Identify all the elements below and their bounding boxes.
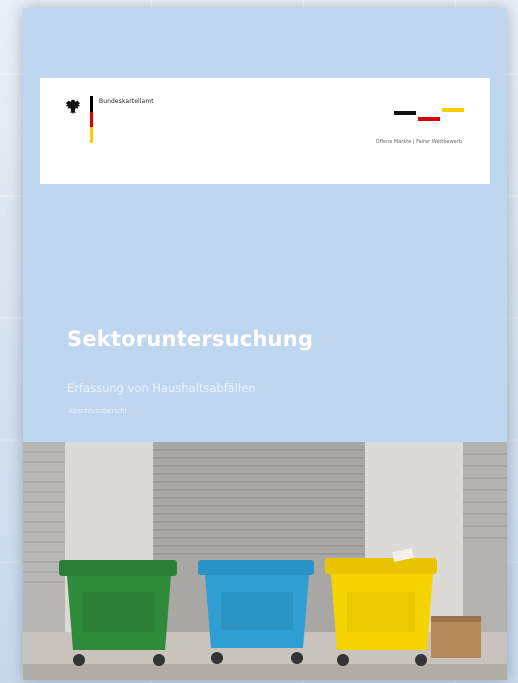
report-type: Abschlussbericht bbox=[68, 407, 128, 415]
logo-stripe-red bbox=[418, 117, 440, 121]
tagline: Offene Märkte | Fairer Wettbewerb bbox=[375, 139, 462, 145]
logo-stripe-gold bbox=[442, 108, 464, 112]
report-cover: Bundeskartellamt Offene Märkte | Fairer … bbox=[23, 8, 507, 680]
agency-name: Bundeskartellamt bbox=[99, 98, 154, 105]
flag-bar bbox=[90, 96, 93, 143]
federal-eagle-icon bbox=[65, 99, 81, 115]
tricolor-logo bbox=[394, 104, 464, 122]
logo-stripe-black bbox=[394, 111, 416, 115]
report-subtitle: Erfassung von Haushaltsabfällen bbox=[67, 381, 256, 395]
report-title: Sektoruntersuchung bbox=[67, 327, 314, 351]
header-box: Bundeskartellamt Offene Märkte | Fairer … bbox=[40, 78, 490, 184]
waste-bins-photo bbox=[23, 442, 507, 680]
yellow-bin bbox=[325, 548, 437, 666]
cardboard-box bbox=[431, 616, 481, 658]
